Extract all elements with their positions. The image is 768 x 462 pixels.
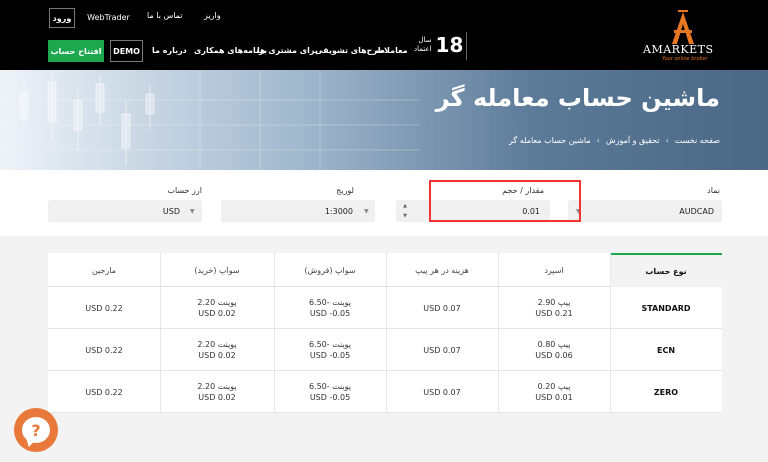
breadcrumb-separator-icon: › — [596, 136, 600, 145]
col-header-swap-sell: سواپ (فروش) — [304, 265, 356, 275]
nav-clients[interactable]: برای مشتری ها — [257, 46, 318, 55]
years-badge: سال اعتماد 18 — [414, 33, 463, 57]
open-account-button[interactable]: افتتاح حساب — [48, 40, 104, 62]
account-comparison-table: نوع حساب اسپرد هزینه در هر پیپ سواپ (فرو… — [48, 253, 722, 413]
chevron-down-icon: ▼ — [364, 207, 369, 215]
leverage-value: 1:3000 — [324, 206, 353, 216]
symbol-select[interactable]: ▼ AUDCAD — [568, 200, 722, 222]
column-divider — [160, 253, 161, 413]
logo-word: AMARKETS — [643, 43, 714, 56]
spread-cell: 2.90 پیپ USD 0.21 — [535, 298, 573, 318]
stepper-up-icon[interactable]: ▲ — [403, 203, 407, 209]
years-number: 18 — [435, 33, 464, 57]
col-header-spread: اسپرد — [544, 265, 564, 275]
page-title: ماشین حساب معامله گر — [435, 84, 720, 112]
spread-cell: 0.80 پیپ USD 0.06 — [535, 340, 573, 360]
col-header-swap-buy: سواپ (خرید) — [194, 265, 240, 275]
years-line1: سال — [418, 36, 432, 44]
table-header: نوع حساب اسپرد هزینه در هر پیپ سواپ (فرو… — [48, 253, 722, 287]
column-divider — [274, 253, 275, 413]
account-type-cell: ECN — [656, 345, 676, 355]
breadcrumb-current: ماشین حساب معامله گر — [508, 136, 591, 145]
stepper-down-icon[interactable]: ▼ — [403, 213, 407, 219]
currency-select[interactable]: ▼ USD — [48, 200, 202, 222]
table-row: STANDARD 2.90 پیپ USD 0.21 USD 0.07 6.50-… — [48, 287, 722, 329]
margin-cell: USD 0.22 — [85, 303, 123, 313]
help-chat-button[interactable]: ? — [14, 408, 58, 452]
col-header-pip-cost: هزینه در هر پیپ — [415, 265, 469, 275]
question-bubble-icon: ? — [22, 417, 50, 443]
col-header-margin: مارجین — [91, 265, 117, 275]
amarkets-logo[interactable]: AMARKETS Your online broker — [640, 8, 730, 64]
breadcrumb-home[interactable]: صفحه نخست — [675, 136, 720, 145]
swap-sell-cell: 6.50- پوینت USD -0.05 — [308, 298, 352, 318]
login-button[interactable]: ورود — [49, 8, 75, 28]
calculator-form: نماد ▼ AUDCAD مقدار / حجم 0.01 لوریج ▼ 1… — [0, 170, 768, 236]
breadcrumb-separator-icon: › — [665, 136, 669, 145]
volume-highlight-box — [429, 180, 581, 222]
nav-promotions[interactable]: طرح‌های تشویقی — [315, 46, 385, 55]
pip-cost-cell: USD 0.07 — [423, 387, 461, 397]
swap-sell-cell: 6.50- پوینت USD -0.05 — [308, 340, 352, 360]
column-divider — [498, 253, 499, 413]
leverage-select[interactable]: ▼ 1:3000 — [221, 200, 375, 222]
column-divider — [610, 253, 611, 413]
page-banner: ماشین حساب معامله گر صفحه نخست › تحقیق و… — [0, 70, 768, 170]
pip-cost-cell: USD 0.07 — [423, 303, 461, 313]
breadcrumb-research[interactable]: تحقیق و آموزش — [606, 136, 660, 145]
margin-cell: USD 0.22 — [85, 345, 123, 355]
margin-cell: USD 0.22 — [85, 387, 123, 397]
breadcrumb: صفحه نخست › تحقیق و آموزش › ماشین حساب م… — [509, 136, 720, 145]
table-row: ECN 0.80 پیپ USD 0.06 USD 0.07 6.50- پوین… — [48, 329, 722, 371]
top-header: ورود WebTrader تماس با ما واریز افتتاح ح… — [0, 0, 768, 70]
deposit-link[interactable]: واریز — [204, 11, 221, 20]
currency-value: USD — [162, 206, 180, 216]
symbol-label: نماد — [707, 186, 720, 195]
nav-about[interactable]: درباره ما — [152, 46, 187, 55]
swap-buy-cell: 2.20 پوینت USD 0.02 — [197, 298, 237, 318]
account-type-cell: ZERO — [653, 387, 679, 397]
logo-mark-icon — [672, 10, 694, 44]
contact-link[interactable]: تماس با ما — [147, 11, 183, 20]
swap-buy-cell: 2.20 پوینت USD 0.02 — [197, 340, 237, 360]
question-mark: ? — [31, 420, 41, 440]
leverage-label: لوریج — [336, 186, 354, 195]
col-header-account-type: نوع حساب — [610, 253, 722, 287]
column-divider — [386, 253, 387, 413]
swap-sell-cell: 6.50- پوینت USD -0.05 — [308, 382, 352, 402]
pip-cost-cell: USD 0.07 — [423, 345, 461, 355]
nav-trading[interactable]: معاملات — [376, 46, 408, 55]
symbol-value: AUDCAD — [679, 206, 714, 216]
demo-button[interactable]: DEMO — [110, 40, 143, 62]
swap-buy-cell: 2.20 پوینت USD 0.02 — [197, 382, 237, 402]
volume-stepper[interactable]: ▲ ▼ — [400, 203, 410, 219]
logo-tagline: Your online broker — [662, 56, 708, 62]
table-row: ZERO 0.20 پیپ USD 0.01 USD 0.07 6.50- پوی… — [48, 371, 722, 413]
webtrader-button[interactable]: WebTrader — [82, 7, 135, 27]
chevron-down-icon: ▼ — [190, 207, 195, 215]
years-line2: اعتماد — [414, 45, 432, 53]
header-divider — [466, 32, 467, 60]
account-type-cell: STANDARD — [641, 303, 691, 313]
spread-cell: 0.20 پیپ USD 0.01 — [535, 382, 573, 402]
currency-label: ارز حساب — [167, 186, 202, 195]
